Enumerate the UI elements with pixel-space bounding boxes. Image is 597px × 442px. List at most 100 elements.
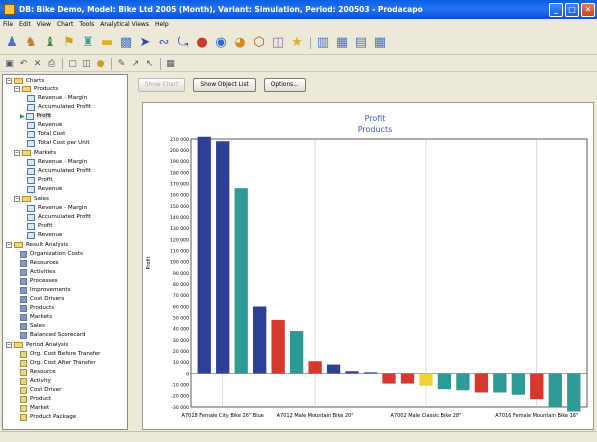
tree-item-period-product-package[interactable]: Product Package: [20, 413, 76, 421]
tree-item-products-total-cost-per-unit[interactable]: Total Cost per Unit: [27, 139, 90, 147]
tree-item-period-market[interactable]: Market: [20, 404, 49, 412]
tree-item-balanced-scorecard[interactable]: Balanced Scorecard: [20, 331, 86, 339]
globe-icon[interactable]: ◉: [212, 34, 230, 52]
grid-icon[interactable]: ▦: [371, 34, 389, 52]
tree-item-products-revenue[interactable]: Revenue: [27, 121, 62, 129]
pipe-icon[interactable]: ▩: [117, 34, 135, 52]
tree-item-result-sales[interactable]: Sales: [20, 322, 45, 330]
image-icon[interactable]: ▦: [333, 34, 351, 52]
bar[interactable]: [326, 364, 341, 374]
menu-view[interactable]: View: [37, 21, 51, 28]
collapse-icon[interactable]: −: [14, 150, 20, 156]
bar[interactable]: [567, 373, 581, 412]
bar[interactable]: [493, 373, 507, 393]
tree-item-result-markets[interactable]: Markets: [20, 313, 52, 321]
tree-item-org-cost-after-transfer[interactable]: Org. Cost After Transfer: [20, 359, 96, 367]
bar[interactable]: [289, 331, 304, 374]
undo-icon[interactable]: ↶: [17, 57, 30, 70]
tree-item-sales-revenue[interactable]: Revenue: [27, 231, 62, 239]
tree-item-period-activity[interactable]: Activity: [20, 377, 51, 385]
bar[interactable]: [548, 373, 562, 408]
bar[interactable]: [530, 373, 544, 400]
screen-icon[interactable]: ▢: [66, 57, 79, 70]
bar[interactable]: [474, 373, 489, 393]
bar[interactable]: [437, 373, 452, 390]
tree-item-products[interactable]: − Products: [14, 85, 58, 93]
collapse-icon[interactable]: −: [14, 196, 20, 202]
collapse-icon[interactable]: −: [14, 86, 20, 92]
maximize-button[interactable]: □: [565, 2, 579, 17]
tree-item-markets-profit[interactable]: Profit: [27, 176, 53, 184]
bar[interactable]: [419, 373, 433, 386]
bar[interactable]: [308, 361, 322, 374]
bar[interactable]: [400, 373, 415, 384]
tree-item-activities[interactable]: Activities: [20, 268, 56, 276]
collapse-icon[interactable]: −: [6, 78, 12, 84]
person-icon[interactable]: ♝: [41, 34, 59, 52]
tree-item-result-analysis[interactable]: − Result Analysis: [6, 241, 68, 249]
menu-edit[interactable]: Edit: [19, 21, 31, 28]
collapse-icon[interactable]: −: [6, 242, 12, 248]
menu-file[interactable]: File: [3, 21, 13, 28]
copy-icon[interactable]: ◫: [80, 57, 93, 70]
show-object-list-button[interactable]: Show Object List: [193, 78, 256, 92]
menu-tools[interactable]: Tools: [79, 21, 94, 28]
list-icon[interactable]: ▤: [352, 34, 370, 52]
show-chart-button[interactable]: Show Chart: [138, 78, 186, 92]
tree-item-products-profit[interactable]: ▶ Profit: [20, 112, 52, 120]
curve-arrow-icon[interactable]: ⤿: [174, 34, 192, 52]
bar[interactable]: [253, 306, 267, 374]
lightbulb-icon[interactable]: ★: [288, 34, 306, 52]
menu-analytical-views[interactable]: Analytical Views: [100, 21, 149, 28]
arrow-right-icon[interactable]: ➤: [136, 34, 154, 52]
bar[interactable]: [345, 371, 359, 374]
tree-item-processes[interactable]: Processes: [20, 277, 58, 285]
tree-item-sales-revenue-margin[interactable]: Revenue - Margin: [27, 204, 87, 212]
tree-item-organization-costs[interactable]: Organization Costs: [20, 250, 83, 258]
save-icon[interactable]: ▣: [3, 57, 16, 70]
tree-item-period-cost-driver[interactable]: Cost Driver: [20, 386, 61, 394]
bar[interactable]: [216, 141, 230, 374]
bar[interactable]: [363, 372, 378, 374]
tree-item-markets[interactable]: − Markets: [14, 149, 56, 157]
tree-item-charts[interactable]: − Charts: [6, 77, 44, 85]
close-button[interactable]: ✕: [581, 2, 595, 17]
bar[interactable]: [511, 373, 525, 395]
bar[interactable]: [197, 136, 211, 374]
bar[interactable]: [456, 373, 470, 391]
tree-item-period-analysis[interactable]: − Period Analysis: [6, 341, 68, 349]
tree-item-products-total-cost[interactable]: Total Cost: [27, 130, 65, 138]
hexagon-icon[interactable]: ⬡: [250, 34, 268, 52]
tree-item-markets-revenue-margin[interactable]: Revenue - Margin: [27, 158, 87, 166]
pen-icon[interactable]: ✎: [115, 57, 128, 70]
tree-item-improvements[interactable]: Improvements: [20, 286, 71, 294]
people-icon[interactable]: ♟: [3, 34, 21, 52]
pointer-icon[interactable]: ↗: [129, 57, 142, 70]
menu-chart[interactable]: Chart: [57, 21, 74, 28]
print-icon[interactable]: ⎙: [45, 57, 58, 70]
tree-item-sales[interactable]: − Sales: [14, 195, 49, 203]
wave-icon[interactable]: ∾: [155, 34, 173, 52]
person-walk-icon[interactable]: ♞: [22, 34, 40, 52]
tree-item-period-resource[interactable]: Resource: [20, 368, 56, 376]
bowl-icon[interactable]: ◕: [231, 34, 249, 52]
tree-item-products-revenue-margin[interactable]: Revenue - Margin: [27, 94, 87, 102]
tree-item-markets-revenue[interactable]: Revenue: [27, 185, 62, 193]
tree-item-markets-accumulated-profit[interactable]: Accumulated Profit: [27, 167, 91, 175]
menu-help[interactable]: Help: [155, 21, 169, 28]
tree-item-cost-drivers[interactable]: Cost Drivers: [20, 295, 64, 303]
options-button[interactable]: Options...: [263, 78, 306, 92]
tree-item-result-products[interactable]: Products: [20, 304, 54, 312]
flag-icon[interactable]: ⚑: [60, 34, 78, 52]
cursor-icon[interactable]: ↖: [143, 57, 156, 70]
folder-icon[interactable]: ▬: [98, 34, 116, 52]
bar[interactable]: [271, 319, 285, 374]
delete-icon[interactable]: ✕: [31, 57, 44, 70]
bar[interactable]: [234, 188, 248, 374]
apple-icon[interactable]: ●: [193, 34, 211, 52]
tree-item-period-product[interactable]: Product: [20, 395, 51, 403]
collapse-icon[interactable]: −: [6, 342, 12, 348]
bar-chart-icon[interactable]: ▥: [314, 34, 332, 52]
person-group-icon[interactable]: ♜: [79, 34, 97, 52]
tree-item-org-cost-before-transfer[interactable]: Org. Cost Before Transfer: [20, 350, 100, 358]
